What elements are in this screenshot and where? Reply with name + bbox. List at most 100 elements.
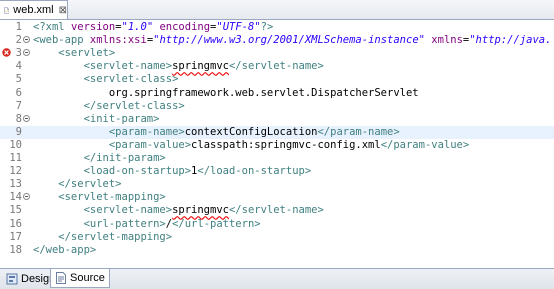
spelling-error-token: springmvc [172, 60, 229, 73]
code-text: <servlet-mapping> [33, 191, 166, 204]
code-token: </load-on-startup> [197, 165, 312, 178]
design-icon [6, 273, 18, 284]
code-token: <servlet-name> [33, 60, 173, 73]
code-token: <load-on-startup> [33, 165, 192, 178]
code-token: <url-pattern> [33, 217, 166, 230]
code-text: <servlet-name>springmvc</servlet-name> [33, 60, 324, 73]
code-token: </servlet-mapping> [33, 230, 173, 243]
code-line[interactable]: 7 </servlet-class> [0, 100, 554, 113]
code-token: <param-value> [33, 138, 192, 151]
code-token: <web-app [33, 34, 90, 47]
code-token: "1.0" [121, 21, 154, 33]
editor-mode-tabs: Design Source [0, 268, 554, 289]
code-token: <servlet-class> [33, 73, 179, 86]
line-number: 4 [15, 60, 22, 73]
code-text: </servlet-class> [33, 100, 185, 113]
fold-toggle-icon[interactable] [23, 49, 30, 57]
code-text: <servlet-class> [33, 73, 179, 86]
code-text: <servlet-name>springmvc</servlet-name> [33, 204, 324, 217]
code-text: <url-pattern>/</url-pattern> [33, 218, 261, 231]
code-token: org.springframework.web.servlet.Dispatch… [33, 86, 419, 99]
code-line[interactable]: 4 <servlet-name>springmvc</servlet-name> [0, 60, 554, 73]
code-token: </init-param> [33, 152, 166, 164]
code-line[interactable]: 3 <servlet> [0, 47, 554, 60]
svg-text:<>: <> [5, 10, 9, 13]
code-token: </param-name> [317, 125, 400, 138]
code-token: </url-pattern> [172, 217, 261, 230]
code-line[interactable]: 8 <init-param> [0, 113, 554, 126]
code-line[interactable]: 6 org.springframework.web.servlet.Dispat… [0, 87, 554, 100]
code-text: <load-on-startup>1</load-on-startup> [33, 165, 312, 178]
line-number: 8 [15, 112, 22, 125]
line-number: 12 [9, 165, 22, 178]
code-line[interactable]: 5 <servlet-class> [0, 73, 554, 86]
close-icon[interactable]: ⊠ [59, 5, 67, 16]
line-number: 15 [9, 204, 22, 217]
line-number: 5 [15, 73, 22, 86]
code-line[interactable]: 9 <param-name>contextConfigLocation</par… [0, 125, 554, 139]
code-line[interactable]: 14 <servlet-mapping> [0, 191, 554, 204]
code-token: </servlet-name> [228, 204, 324, 217]
line-number: 14 [9, 191, 22, 204]
code-token: classpath:springmvc-config.xml [191, 138, 381, 151]
code-text: <web-app xmlns:xsi="http://www.w3.org/20… [33, 34, 551, 47]
code-token: xmlns:xsi [89, 34, 147, 47]
code-token: contextConfigLocation [184, 125, 318, 138]
tab-label: web.xml [13, 4, 54, 16]
code-text: <servlet> [33, 47, 115, 60]
code-token: xmlns [431, 34, 463, 47]
line-number: 16 [9, 217, 22, 230]
code-token: <servlet-name> [33, 204, 173, 217]
fold-toggle-icon[interactable] [23, 114, 30, 122]
code-line[interactable]: 18 </web-app> [0, 244, 554, 257]
line-number: 2 [15, 34, 22, 47]
code-line[interactable]: 11 </init-param> [0, 152, 554, 165]
line-number: 18 [9, 243, 22, 256]
source-icon [56, 272, 66, 284]
code-token: "http://www.w3.org/2001/XMLSchema-instan… [153, 34, 425, 47]
code-text: <param-name>contextConfigLocation</param… [33, 126, 400, 139]
line-number: 10 [9, 138, 22, 151]
code-line[interactable]: 16 <url-pattern>/</url-pattern> [0, 218, 554, 231]
code-line[interactable]: 10 <param-value>classpath:springmvc-conf… [0, 139, 554, 152]
code-line[interactable]: 2 <web-app xmlns:xsi="http://www.w3.org/2… [0, 34, 554, 47]
code-line[interactable]: 15 <servlet-name>springmvc</servlet-name… [0, 204, 554, 217]
code-token: <servlet-mapping> [33, 191, 166, 204]
code-line[interactable]: 17 </servlet-mapping> [0, 231, 554, 244]
code-line[interactable]: 12 <load-on-startup>1</load-on-startup> [0, 165, 554, 178]
code-token: "UTF-8" [216, 21, 261, 33]
code-token: <param-name> [33, 125, 185, 138]
code-text: </servlet-mapping> [33, 231, 172, 244]
error-marker-icon[interactable] [2, 48, 11, 57]
code-token: </param-value> [380, 138, 470, 151]
code-text: <param-value>classpath:springmvc-config.… [33, 139, 469, 152]
tab-source[interactable]: Source [50, 269, 110, 288]
tab-source-label: Source [70, 272, 105, 284]
code-text: <?xml version="1.0" encoding="UTF-8"?> [33, 21, 273, 34]
code-text: </servlet> [33, 178, 122, 191]
code-token: encoding [159, 21, 211, 33]
code-token: </servlet-class> [33, 99, 185, 112]
code-token: </web-app> [33, 243, 97, 256]
line-number: 7 [15, 99, 22, 112]
code-text: </init-param> [33, 152, 166, 165]
code-token: <servlet> [33, 47, 116, 60]
code-text: </web-app> [33, 244, 96, 257]
code-token: </servlet-name> [228, 60, 324, 73]
code-text: org.springframework.web.servlet.Dispatch… [33, 87, 419, 100]
line-number: 11 [9, 152, 22, 164]
xml-source-editor[interactable]: 1 <?xml version="1.0" encoding="UTF-8"?> 2… [0, 20, 554, 266]
fold-toggle-icon[interactable] [23, 193, 30, 201]
line-number: 9 [15, 125, 22, 138]
code-token: "http://java. [469, 34, 552, 47]
line-number: 17 [9, 230, 22, 243]
fold-toggle-icon[interactable] [23, 36, 30, 44]
code-line[interactable]: 1 <?xml version="1.0" encoding="UTF-8"?> [0, 21, 554, 34]
line-number: 13 [9, 178, 22, 191]
tab-web-xml[interactable]: <> web.xml ⊠ [0, 0, 68, 19]
spelling-error-token: springmvc [172, 204, 229, 217]
code-token: <?xml [33, 21, 71, 33]
code-token: </servlet> [33, 178, 122, 191]
xml-file-icon: <> [4, 6, 10, 14]
code-line[interactable]: 13 </servlet> [0, 178, 554, 191]
